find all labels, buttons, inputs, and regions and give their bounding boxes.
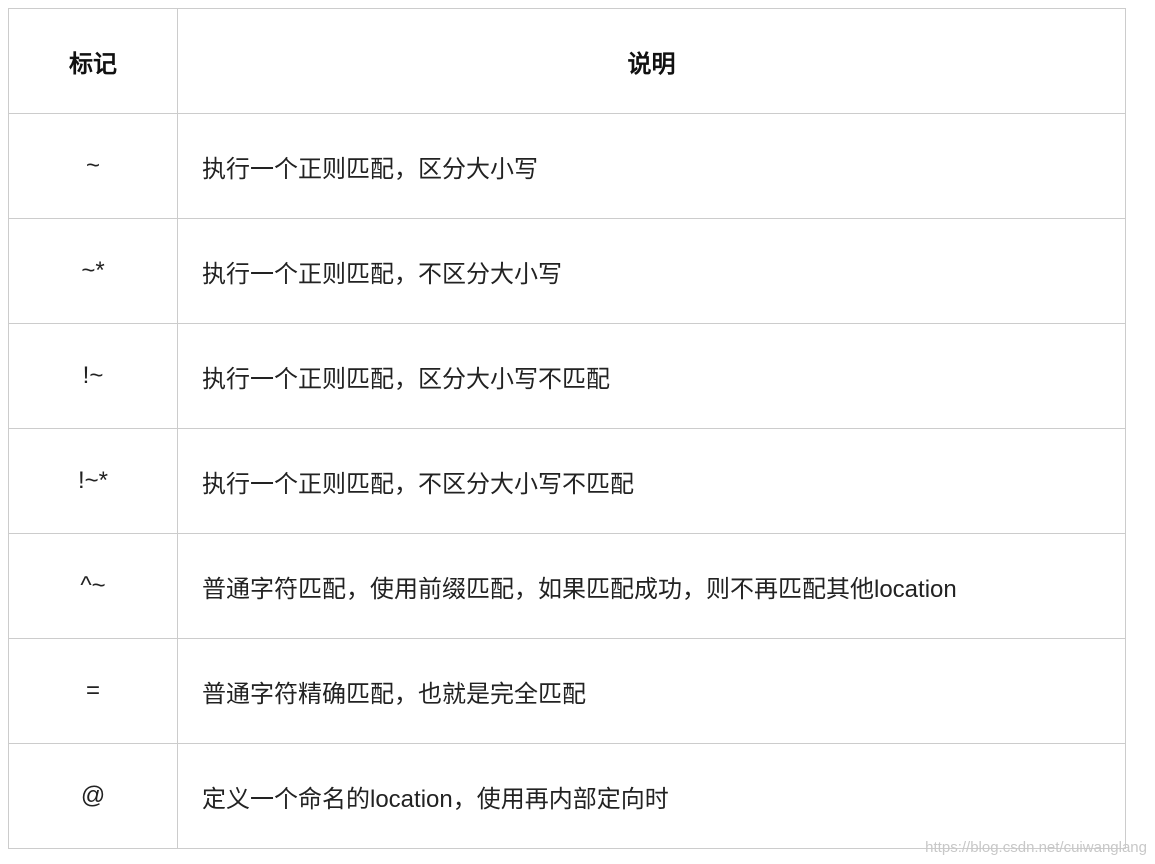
table-row: = 普通字符精确匹配，也就是完全匹配 [8, 638, 1126, 744]
row-description: 执行一个正则匹配，不区分大小写 [177, 218, 1126, 324]
row-mark: ^~ [8, 533, 178, 639]
row-mark: ~* [8, 218, 178, 324]
header-mark: 标记 [8, 8, 178, 114]
row-mark: = [8, 638, 178, 744]
table-row: ~* 执行一个正则匹配，不区分大小写 [8, 218, 1126, 324]
location-modifier-table: 标记 说明 ~ 执行一个正则匹配，区分大小写 ~* 执行一个正则匹配，不区分大小… [8, 8, 1126, 849]
row-mark: ~ [8, 113, 178, 219]
location-modifier-table-container: 标记 说明 ~ 执行一个正则匹配，区分大小写 ~* 执行一个正则匹配，不区分大小… [8, 8, 1126, 849]
header-row: 标记 说明 [8, 8, 1126, 114]
row-description: 定义一个命名的location，使用再内部定向时 [177, 743, 1126, 849]
header-description: 说明 [177, 8, 1126, 114]
table-row: !~* 执行一个正则匹配，不区分大小写不匹配 [8, 428, 1126, 534]
row-mark: !~ [8, 323, 178, 429]
row-mark: @ [8, 743, 178, 849]
table-row: ^~ 普通字符匹配，使用前缀匹配，如果匹配成功，则不再匹配其他location [8, 533, 1126, 639]
table-header: 标记 说明 [8, 8, 1126, 114]
table-body: ~ 执行一个正则匹配，区分大小写 ~* 执行一个正则匹配，不区分大小写 !~ 执… [8, 113, 1126, 849]
row-description: 执行一个正则匹配，不区分大小写不匹配 [177, 428, 1126, 534]
table-row: @ 定义一个命名的location，使用再内部定向时 [8, 743, 1126, 849]
source-watermark: https://blog.csdn.net/cuiwanglang [925, 839, 1147, 856]
row-description: 执行一个正则匹配，区分大小写不匹配 [177, 323, 1126, 429]
table-row: !~ 执行一个正则匹配，区分大小写不匹配 [8, 323, 1126, 429]
row-description: 普通字符精确匹配，也就是完全匹配 [177, 638, 1126, 744]
row-description: 执行一个正则匹配，区分大小写 [177, 113, 1126, 219]
row-mark: !~* [8, 428, 178, 534]
table-row: ~ 执行一个正则匹配，区分大小写 [8, 113, 1126, 219]
row-description: 普通字符匹配，使用前缀匹配，如果匹配成功，则不再匹配其他location [177, 533, 1126, 639]
